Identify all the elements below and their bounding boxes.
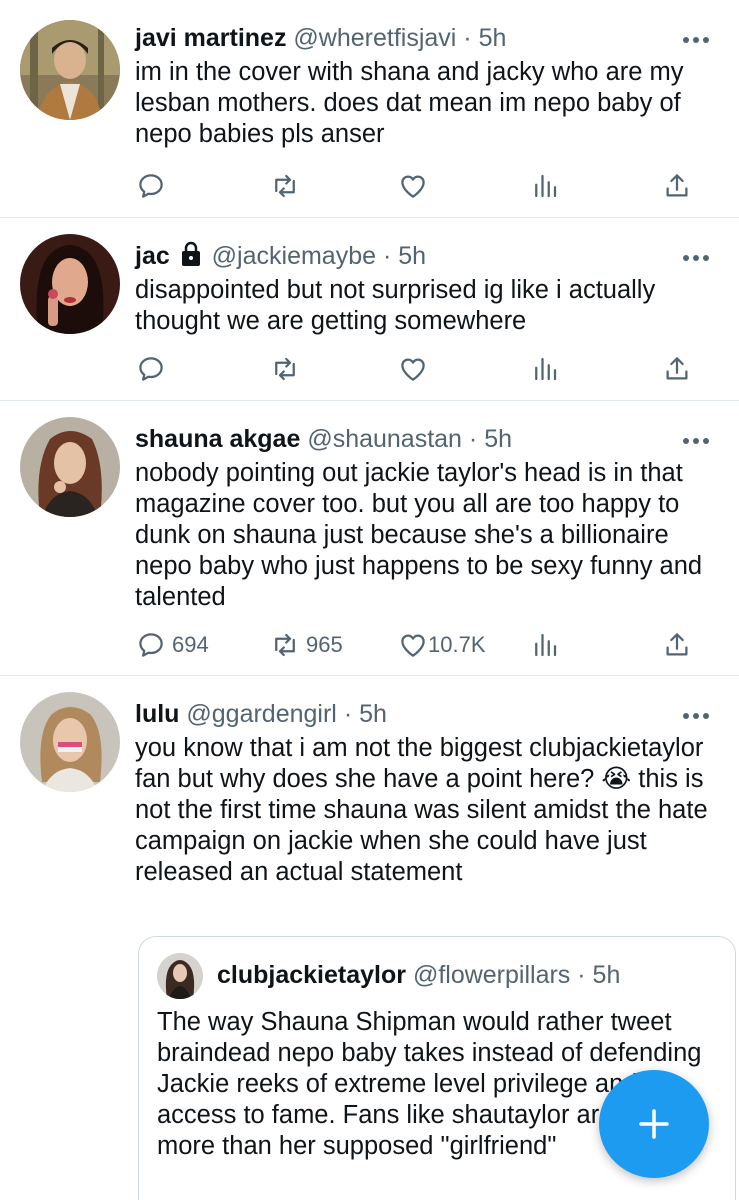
retweet-icon — [275, 174, 295, 198]
timestamp[interactable]: 5h — [593, 961, 621, 989]
tweet-text: you know that i am not the biggest clubj… — [135, 734, 708, 886]
like-icon — [401, 634, 425, 657]
timestamp[interactable]: 5h — [479, 24, 507, 52]
analytics-icon — [535, 633, 557, 657]
tweet[interactable]: javi martinez @wheretfisjavi · 5h im in … — [0, 0, 739, 218]
timestamp[interactable]: 5h — [484, 425, 512, 453]
share-icon — [666, 174, 688, 197]
analytics-button[interactable] — [530, 625, 560, 665]
more-icon[interactable] — [679, 706, 713, 726]
display-name[interactable]: lulu — [135, 700, 179, 728]
avatar[interactable] — [20, 20, 120, 120]
retweet-icon — [275, 633, 295, 657]
avatar-photo — [157, 953, 203, 999]
reply-icon — [139, 174, 163, 198]
separator: · — [577, 961, 586, 989]
share-button[interactable] — [662, 349, 692, 389]
analytics-icon — [535, 174, 557, 198]
analytics-button[interactable] — [530, 349, 560, 389]
tweet-header: javi martinez @wheretfisjavi · 5h — [135, 22, 506, 54]
retweet-count: 965 — [306, 632, 343, 657]
more-icon[interactable] — [679, 30, 713, 50]
like-button[interactable] — [398, 349, 434, 389]
tweet[interactable]: shauna akgae @shaunastan · 5h nobody poi… — [0, 401, 739, 676]
display-name[interactable]: clubjackietaylor — [217, 961, 406, 989]
avatar-photo — [20, 692, 120, 792]
more-icon[interactable] — [679, 431, 713, 451]
tweet-text: im in the cover with shana and jacky who… — [135, 58, 684, 148]
compose-button[interactable] — [599, 1070, 709, 1178]
display-name[interactable]: javi martinez — [135, 24, 286, 52]
avatar[interactable] — [20, 234, 120, 334]
tweet-header: lulu @ggardengirl · 5h — [135, 698, 387, 730]
user-handle[interactable]: @shaunastan — [307, 425, 462, 453]
share-button[interactable] — [662, 625, 692, 665]
like-count: 10.7K — [428, 632, 486, 657]
avatar-photo — [20, 417, 120, 517]
like-icon — [401, 358, 425, 381]
timestamp[interactable]: 5h — [398, 242, 426, 270]
reply-button[interactable]: 694 — [136, 625, 209, 665]
compose-plus-icon — [639, 1109, 669, 1139]
separator: · — [468, 425, 478, 453]
analytics-button[interactable] — [530, 166, 560, 206]
tweet-text: nobody pointing out jackie taylor's head… — [135, 459, 703, 611]
retweet-button[interactable]: 965 — [270, 625, 343, 665]
timestamp[interactable]: 5h — [359, 700, 387, 728]
avatar-photo — [20, 234, 120, 334]
retweet-button[interactable] — [270, 349, 306, 389]
like-button[interactable] — [398, 166, 434, 206]
like-button[interactable]: 10.7K — [398, 625, 486, 665]
user-handle[interactable]: @ggardengirl — [186, 700, 336, 728]
analytics-icon — [535, 357, 557, 381]
reply-button[interactable] — [136, 349, 172, 389]
tweet-actions: 694 965 10.7K — [0, 625, 739, 665]
retweet-icon — [275, 357, 295, 381]
tweet-header: jac @jackiemaybe · 5h — [135, 240, 426, 272]
lock-icon — [181, 241, 200, 266]
quote-header: clubjackietaylor @flowerpillars · 5h — [217, 959, 620, 991]
tweet-header: shauna akgae @shaunastan · 5h — [135, 423, 512, 455]
avatar[interactable] — [20, 692, 120, 792]
avatar-photo — [20, 20, 120, 120]
more-icon[interactable] — [679, 248, 713, 268]
quote-avatar[interactable] — [157, 953, 203, 999]
tweet-actions — [0, 166, 739, 206]
tweet-actions — [0, 349, 739, 389]
reply-icon — [139, 633, 163, 657]
reply-icon — [139, 357, 163, 381]
like-icon — [401, 175, 425, 198]
tweet[interactable]: jac @jackiemaybe · 5h disappointed but n… — [0, 218, 739, 401]
separator: · — [463, 24, 472, 52]
separator: · — [343, 700, 353, 728]
user-handle[interactable]: @wheretfisjavi — [293, 24, 456, 52]
retweet-button[interactable] — [270, 166, 306, 206]
reply-count: 694 — [172, 632, 209, 657]
display-name[interactable]: jac — [135, 242, 170, 270]
display-name[interactable]: shauna akgae — [135, 425, 300, 453]
separator: · — [382, 242, 392, 270]
user-handle[interactable]: @flowerpillars — [413, 961, 570, 989]
share-button[interactable] — [662, 166, 692, 206]
user-handle[interactable]: @jackiemaybe — [212, 242, 376, 270]
tweet-text: disappointed but not surprised ig like i… — [135, 276, 656, 335]
reply-button[interactable] — [136, 166, 172, 206]
avatar[interactable] — [20, 417, 120, 517]
share-icon — [666, 357, 688, 380]
share-icon — [666, 633, 688, 656]
